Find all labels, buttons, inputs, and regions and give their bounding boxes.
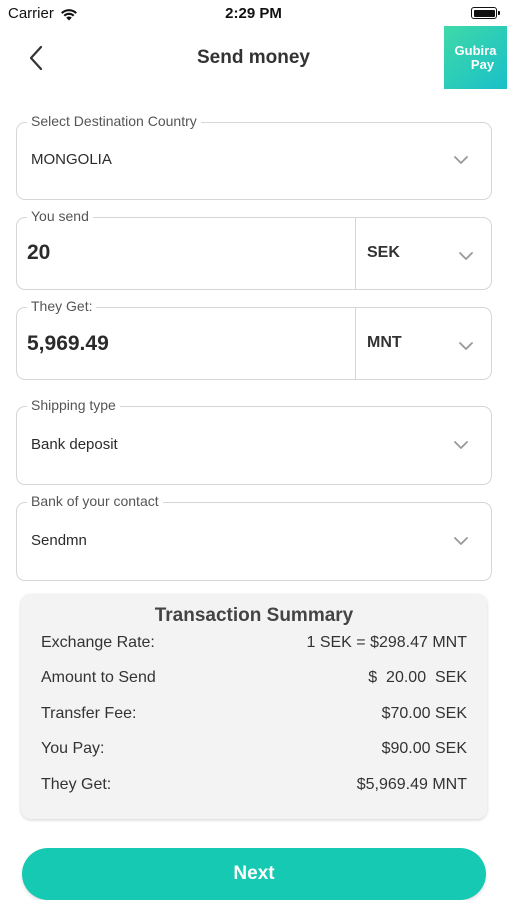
logo-text-line2: Pay [470, 56, 495, 72]
chevron-down-icon [459, 342, 473, 350]
summary-row-value: $90.00 SEK [381, 740, 467, 757]
you-send-currency-value: SEK [367, 244, 400, 261]
summary-row-label: Exchange Rate: [41, 634, 155, 651]
summary-row-label: Transfer Fee: [41, 705, 137, 722]
summary-row-value: $ 20.00 SEK [368, 669, 467, 686]
shipping-type-label: Shipping type [27, 397, 120, 413]
status-bar: Carrier 2:29 PM [0, 0, 507, 30]
chevron-down-icon [454, 156, 468, 164]
bank-select[interactable]: Bank of your contact Sendmn [16, 493, 492, 581]
transaction-summary-card: Transaction Summary Exchange Rate: 1 SEK… [21, 594, 487, 819]
shipping-type-select[interactable]: Shipping type Bank deposit [16, 397, 492, 485]
summary-row-amount-to-send: Amount to Send $ 20.00 SEK [41, 669, 467, 693]
summary-row-you-pay: You Pay: $90.00 SEK [41, 740, 467, 764]
destination-country-value: MONGOLIA [31, 151, 112, 168]
bank-label: Bank of your contact [27, 493, 163, 509]
chevron-down-icon [459, 252, 473, 260]
summary-row-label: You Pay: [41, 740, 105, 757]
you-send-label: You send [27, 208, 93, 224]
you-send-amount-input[interactable]: 20 [27, 241, 50, 265]
they-get-currency-value: MNT [367, 334, 402, 351]
summary-row-label: They Get: [41, 776, 112, 793]
summary-row-label: Amount to Send [41, 669, 156, 686]
shipping-type-value: Bank deposit [31, 436, 118, 453]
destination-country-label: Select Destination Country [27, 113, 201, 129]
next-button[interactable]: Next [22, 848, 486, 900]
chevron-down-icon [454, 537, 468, 545]
summary-row-value: $70.00 SEK [381, 705, 467, 722]
header: Send money Gubira Pay [0, 26, 507, 90]
you-send-field: You send 20 SEK [16, 208, 492, 290]
summary-row-value: 1 SEK = $298.47 MNT [306, 634, 467, 651]
chevron-down-icon [454, 441, 468, 449]
summary-row-value: $5,969.49 MNT [356, 776, 467, 793]
status-time: 2:29 PM [225, 5, 282, 22]
battery-icon [471, 7, 500, 19]
bank-value: Sendmn [31, 532, 87, 549]
you-send-currency-select[interactable]: SEK [355, 218, 491, 289]
they-get-field: They Get: 5,969.49 MNT [16, 298, 492, 380]
summary-row-they-get: They Get: $5,969.49 MNT [41, 776, 467, 800]
gubira-pay-logo: Gubira Pay [444, 26, 507, 89]
summary-row-exchange-rate: Exchange Rate: 1 SEK = $298.47 MNT [41, 634, 467, 658]
logo-text-line1: Gubira [454, 42, 497, 58]
summary-row-transfer-fee: Transfer Fee: $70.00 SEK [41, 705, 467, 729]
they-get-amount-input[interactable]: 5,969.49 [27, 332, 109, 356]
transaction-summary-title: Transaction Summary [154, 605, 354, 626]
they-get-currency-select[interactable]: MNT [355, 308, 491, 379]
they-get-label: They Get: [27, 298, 97, 314]
destination-country-select[interactable]: Select Destination Country MONGOLIA [16, 113, 492, 200]
page-title: Send money [197, 47, 310, 68]
